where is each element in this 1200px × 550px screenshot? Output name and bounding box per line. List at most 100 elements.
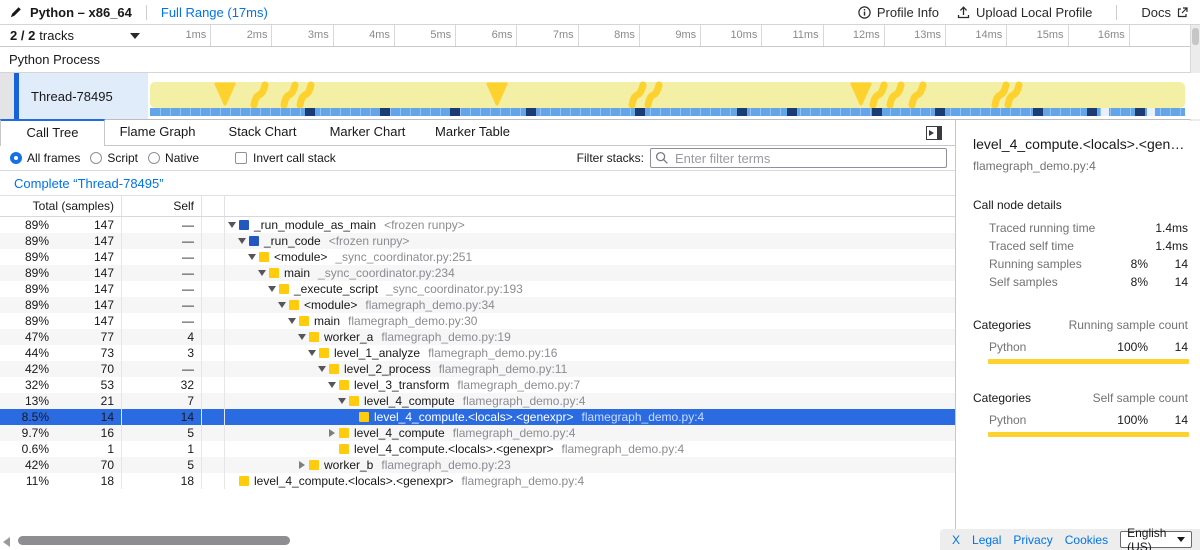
category-row: Python100%14 bbox=[973, 411, 1188, 429]
call-tree-row[interactable]: 13%217level_4_computeflamegraph_demo.py:… bbox=[0, 393, 955, 409]
row-spacer bbox=[202, 329, 225, 345]
twisty-icon[interactable] bbox=[315, 361, 329, 377]
calltree-toolbar: All frames Script Native Invert call stack… bbox=[0, 146, 955, 171]
tab-call-tree[interactable]: Call Tree bbox=[0, 119, 105, 146]
filter-stacks-input[interactable] bbox=[650, 148, 947, 168]
sidebar-category-block: CategoriesSelf sample count Python100%14 bbox=[973, 390, 1188, 437]
function-location: flamegraph_demo.py:4 bbox=[461, 473, 584, 489]
function-name: level_3_transform bbox=[354, 377, 449, 393]
horizontal-scrollbar[interactable] bbox=[0, 533, 955, 549]
radio-label: All frames bbox=[27, 151, 80, 165]
function-location: <frozen runpy> bbox=[329, 233, 410, 249]
call-tree-row[interactable]: 11%1818level_4_compute.<locals>.<genexpr… bbox=[0, 473, 955, 489]
function-name: worker_a bbox=[324, 329, 373, 345]
invert-call-stack-option[interactable]: Invert call stack bbox=[235, 151, 336, 165]
checkbox-icon bbox=[235, 152, 247, 164]
footer-link-legal[interactable]: Legal bbox=[972, 533, 1001, 547]
call-tree-row[interactable]: 89%147—_run_module_as_main<frozen runpy> bbox=[0, 217, 955, 233]
call-tree-row[interactable]: 89%147—_run_code<frozen runpy> bbox=[0, 233, 955, 249]
function-location: _sync_coordinator.py:234 bbox=[318, 265, 455, 281]
column-header-total[interactable]: Total (samples) bbox=[0, 196, 122, 216]
radio-option-native[interactable]: Native bbox=[148, 151, 199, 165]
call-tree-row[interactable]: 8.5%1414level_4_compute.<locals>.<genexp… bbox=[0, 409, 955, 425]
tab-marker-chart[interactable]: Marker Chart bbox=[315, 119, 420, 145]
radio-option-script[interactable]: Script bbox=[90, 151, 138, 165]
twisty-icon[interactable] bbox=[255, 265, 269, 281]
function-name: level_1_analyze bbox=[334, 345, 420, 361]
row-function-cell: worker_bflamegraph_demo.py:23 bbox=[225, 457, 955, 473]
twisty-icon bbox=[225, 473, 239, 489]
function-name: <module> bbox=[274, 249, 327, 265]
category-value: 14 bbox=[1148, 338, 1188, 356]
call-tree-row[interactable]: 44%733level_1_analyzeflamegraph_demo.py:… bbox=[0, 345, 955, 361]
tab-stack-chart[interactable]: Stack Chart bbox=[210, 119, 315, 145]
thread-activity-graph[interactable] bbox=[148, 73, 1190, 119]
row-function-cell: _run_module_as_main<frozen runpy> bbox=[225, 217, 955, 233]
thread-track-visualization[interactable] bbox=[148, 73, 1200, 119]
timeline-vertical-scrollbar-thumb[interactable] bbox=[1192, 28, 1199, 45]
twisty-icon[interactable] bbox=[285, 313, 299, 329]
tab-marker-table[interactable]: Marker Table bbox=[420, 119, 525, 145]
function-name: level_4_compute.<locals>.<genexpr> bbox=[254, 473, 453, 489]
twisty-icon[interactable] bbox=[295, 329, 309, 345]
upload-profile-button[interactable]: Upload Local Profile bbox=[957, 5, 1092, 20]
call-tree-row[interactable]: 89%147—main_sync_coordinator.py:234 bbox=[0, 265, 955, 281]
category-color-icon bbox=[259, 252, 269, 262]
function-name: _execute_script bbox=[294, 281, 378, 297]
twisty-icon[interactable] bbox=[265, 281, 279, 297]
complete-thread-link[interactable]: Complete “Thread-78495” bbox=[14, 176, 164, 191]
twisty-icon[interactable] bbox=[325, 377, 339, 393]
call-tree-row[interactable]: 0.6%11level_4_compute.<locals>.<genexpr>… bbox=[0, 441, 955, 457]
twisty-icon[interactable] bbox=[325, 425, 339, 441]
twisty-icon[interactable] bbox=[335, 393, 349, 409]
ruler-tick: 15ms bbox=[1007, 25, 1068, 46]
sidebar-toggle-icon[interactable] bbox=[926, 126, 942, 140]
call-tree-row[interactable]: 32%5332level_3_transformflamegraph_demo.… bbox=[0, 377, 955, 393]
call-tree-row[interactable]: 42%705worker_bflamegraph_demo.py:23 bbox=[0, 457, 955, 473]
twisty-icon[interactable] bbox=[275, 297, 289, 313]
call-tree-row[interactable]: 89%147—_execute_script_sync_coordinator.… bbox=[0, 281, 955, 297]
radio-option-all-frames[interactable]: All frames bbox=[10, 151, 80, 165]
twisty-icon[interactable] bbox=[235, 233, 249, 249]
category-color-icon bbox=[269, 268, 279, 278]
footer-link-privacy[interactable]: Privacy bbox=[1013, 533, 1052, 547]
thread-track-label[interactable]: Thread-78495 bbox=[19, 73, 148, 119]
category-block-header: CategoriesSelf sample count bbox=[973, 390, 1188, 406]
category-block-header: CategoriesRunning sample count bbox=[973, 317, 1188, 333]
call-tree-row[interactable]: 47%774worker_aflamegraph_demo.py:19 bbox=[0, 329, 955, 345]
function-name: main bbox=[284, 265, 310, 281]
tab-flame-graph[interactable]: Flame Graph bbox=[105, 119, 210, 145]
function-name: worker_b bbox=[324, 457, 373, 473]
scroll-left-arrow-icon[interactable] bbox=[3, 537, 10, 547]
row-total-samples: 1 bbox=[55, 441, 122, 457]
call-tree-row[interactable]: 89%147—<module>_sync_coordinator.py:251 bbox=[0, 249, 955, 265]
upload-icon bbox=[957, 6, 970, 19]
row-self-samples: 3 bbox=[122, 345, 202, 361]
twisty-icon[interactable] bbox=[305, 345, 319, 361]
category-color-icon bbox=[299, 316, 309, 326]
call-tree-row[interactable]: 9.7%165level_4_computeflamegraph_demo.py… bbox=[0, 425, 955, 441]
call-tree-row[interactable]: 42%70—level_2_processflamegraph_demo.py:… bbox=[0, 361, 955, 377]
row-total-samples: 147 bbox=[55, 297, 122, 313]
horizontal-scrollbar-thumb[interactable] bbox=[18, 536, 290, 545]
row-spacer bbox=[202, 441, 225, 457]
timeline-header-row: 2 / 2 tracks 1ms2ms3ms4ms5ms6ms7ms8ms9ms… bbox=[0, 25, 1200, 47]
twisty-icon[interactable] bbox=[225, 217, 239, 233]
column-header-self[interactable]: Self bbox=[122, 196, 202, 216]
detail-percent: 8% bbox=[1110, 255, 1148, 273]
process-track-label[interactable]: Python Process bbox=[0, 47, 1200, 73]
call-tree-row[interactable]: 89%147—mainflamegraph_demo.py:30 bbox=[0, 313, 955, 329]
docs-button[interactable]: Docs bbox=[1141, 5, 1188, 20]
call-tree-row[interactable]: 89%147—<module>flamegraph_demo.py:34 bbox=[0, 297, 955, 313]
profile-info-button[interactable]: Profile Info bbox=[858, 5, 939, 20]
category-value: 14 bbox=[1148, 411, 1188, 429]
twisty-icon[interactable] bbox=[245, 249, 259, 265]
footer-link-x[interactable]: X bbox=[952, 533, 960, 547]
twisty-icon[interactable] bbox=[295, 457, 309, 473]
tracks-selector[interactable]: 2 / 2 tracks bbox=[0, 25, 150, 46]
row-total-percent: 42% bbox=[0, 457, 55, 473]
language-select[interactable]: English (US) bbox=[1120, 531, 1192, 548]
footer-link-cookies[interactable]: Cookies bbox=[1065, 533, 1108, 547]
full-range-button[interactable]: Full Range (17ms) bbox=[161, 5, 268, 20]
edit-pencil-icon[interactable] bbox=[10, 6, 22, 18]
